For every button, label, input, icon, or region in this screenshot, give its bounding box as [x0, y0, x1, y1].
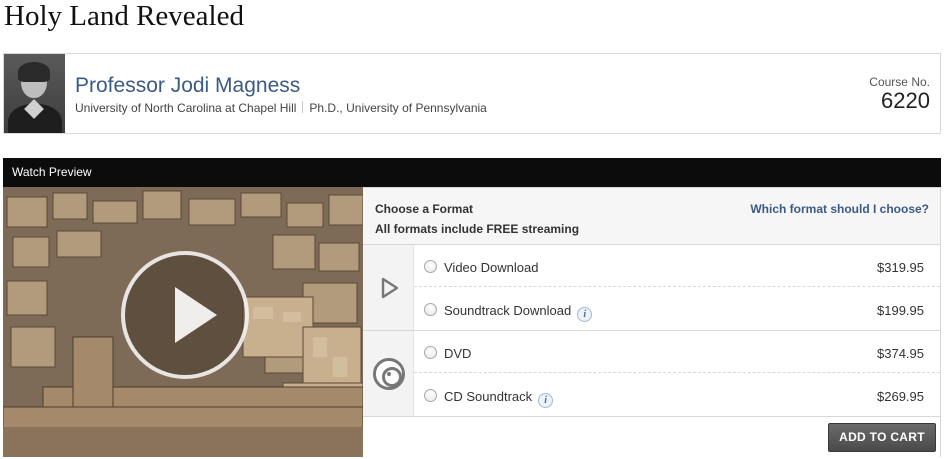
course-number: 6220	[881, 88, 930, 113]
format-radio[interactable]	[424, 389, 437, 402]
format-option-soundtrack-download[interactable]: Soundtrack Download i $199.95	[414, 288, 940, 330]
preview-video-thumbnail[interactable]	[3, 187, 363, 457]
credentials-divider	[302, 101, 304, 113]
which-format-link[interactable]: Which format should I choose?	[750, 202, 929, 216]
format-label: Soundtrack Download	[444, 303, 572, 318]
format-price: $199.95	[877, 303, 924, 318]
format-label-wrap: CD Soundtrack i	[444, 389, 554, 408]
format-label: DVD	[444, 346, 472, 361]
course-title: Holy Land Revealed	[4, 0, 244, 32]
format-chooser: Choose a Format All formats include FREE…	[363, 187, 941, 457]
play-preview-button[interactable]	[121, 251, 249, 379]
professor-credentials: University of North Carolina at Chapel H…	[75, 101, 487, 115]
format-price: $319.95	[877, 260, 924, 275]
format-option-cd-soundtrack[interactable]: CD Soundtrack i $269.95	[414, 374, 940, 416]
format-radio[interactable]	[424, 346, 437, 359]
choose-format-label: Choose a Format	[375, 202, 474, 216]
group-icon-column	[363, 331, 414, 416]
professor-photo	[4, 54, 65, 133]
format-option-dvd[interactable]: DVD $374.95	[414, 331, 940, 373]
course-number-label: Course No.	[869, 75, 930, 89]
add-to-cart-button[interactable]: ADD TO CART	[828, 423, 936, 452]
format-header: Choose a Format All formats include FREE…	[363, 188, 940, 245]
professor-institution: University of North Carolina at Chapel H…	[75, 101, 297, 115]
format-label: CD Soundtrack	[444, 389, 533, 404]
physical-format-group: DVD $374.95 CD Soundtrack i $269.95	[363, 331, 940, 417]
info-icon[interactable]: i	[538, 393, 554, 408]
format-price: $374.95	[877, 346, 924, 361]
cart-area: ADD TO CART	[363, 417, 940, 457]
disc-icon	[373, 358, 405, 390]
format-label: Video Download	[444, 260, 539, 275]
info-icon[interactable]: i	[577, 307, 593, 322]
format-option-video-download[interactable]: Video Download $319.95	[414, 245, 940, 287]
professor-name[interactable]: Professor Jodi Magness	[75, 74, 300, 98]
watch-preview-label: Watch Preview	[12, 165, 92, 179]
format-price: $269.95	[877, 389, 924, 404]
format-radio[interactable]	[424, 303, 437, 316]
professor-card: Professor Jodi Magness University of Nor…	[3, 53, 941, 134]
play-outline-icon	[381, 277, 399, 299]
format-label-wrap: Soundtrack Download i	[444, 303, 593, 322]
free-streaming-label: All formats include FREE streaming	[375, 222, 580, 236]
download-format-group: Video Download $319.95 Soundtrack Downlo…	[363, 245, 940, 331]
format-radio[interactable]	[424, 260, 437, 273]
group-icon-column	[363, 245, 414, 330]
watch-preview-bar: Watch Preview	[3, 158, 941, 187]
professor-degree: Ph.D., University of Pennsylvania	[309, 101, 487, 115]
